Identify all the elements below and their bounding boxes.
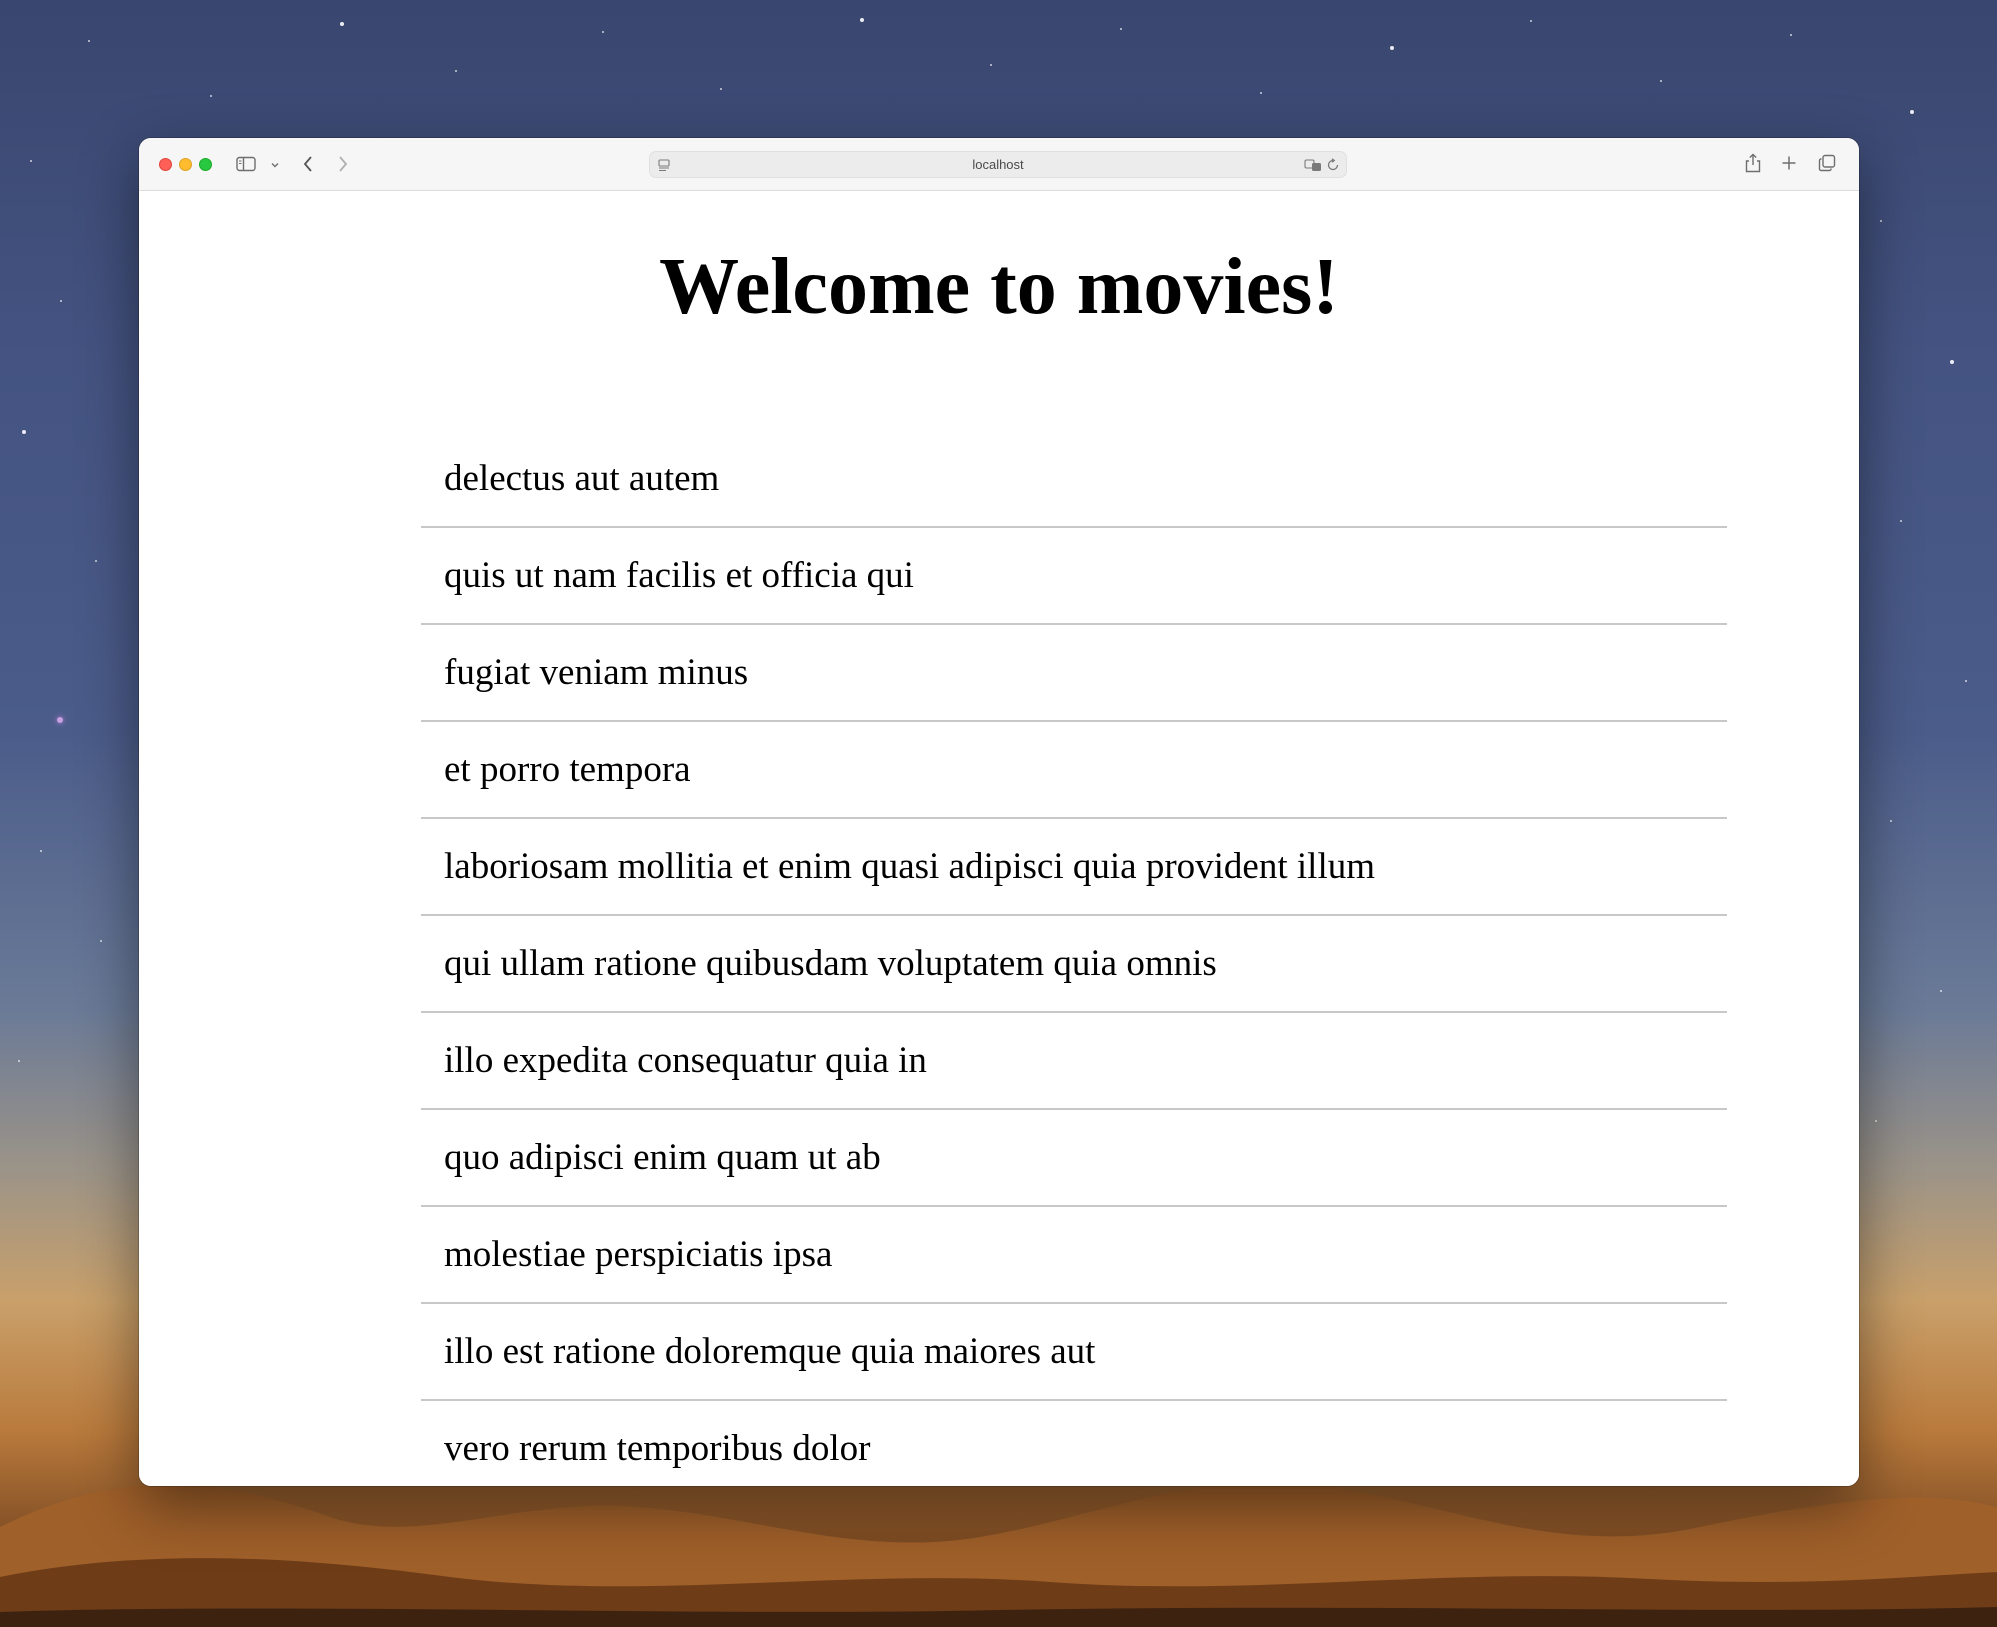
reload-icon[interactable] bbox=[1325, 157, 1341, 173]
browser-toolbar: localhost bbox=[139, 138, 1859, 191]
movie-list: delectus aut autem quis ut nam facilis e… bbox=[421, 431, 1727, 1486]
chevron-right-icon[interactable] bbox=[334, 154, 352, 174]
movie-list-item[interactable]: laboriosam mollitia et enim quasi adipis… bbox=[421, 819, 1727, 916]
share-icon[interactable] bbox=[1743, 151, 1763, 175]
movie-list-item[interactable]: fugiat veniam minus bbox=[421, 625, 1727, 722]
chevron-down-icon[interactable] bbox=[269, 160, 281, 170]
movie-list-item[interactable]: et porro tempora bbox=[421, 722, 1727, 819]
movie-list-item[interactable]: delectus aut autem bbox=[421, 431, 1727, 528]
movie-list-item[interactable]: illo expedita consequatur quia in bbox=[421, 1013, 1727, 1110]
url-text[interactable]: localhost bbox=[650, 152, 1346, 177]
movie-list-item[interactable]: illo est ratione doloremque quia maiores… bbox=[421, 1304, 1727, 1401]
movie-list-item[interactable]: quo adipisci enim quam ut ab bbox=[421, 1110, 1727, 1207]
address-bar[interactable]: localhost bbox=[649, 151, 1347, 178]
sidebar-icon[interactable] bbox=[235, 155, 257, 173]
close-button[interactable] bbox=[159, 158, 172, 171]
movie-list-item[interactable]: vero rerum temporibus dolor bbox=[421, 1401, 1727, 1486]
movie-list-item[interactable]: qui ullam ratione quibusdam voluptatem q… bbox=[421, 916, 1727, 1013]
tabs-icon[interactable] bbox=[1817, 153, 1837, 173]
translate-icon[interactable] bbox=[1304, 157, 1322, 173]
minimize-button[interactable] bbox=[179, 158, 192, 171]
browser-window: localhost Welcome to movies! delectus au… bbox=[139, 138, 1859, 1486]
plus-icon[interactable] bbox=[1780, 154, 1798, 172]
movie-list-item[interactable]: quis ut nam facilis et officia qui bbox=[421, 528, 1727, 625]
chevron-left-icon[interactable] bbox=[299, 154, 317, 174]
movie-list-item[interactable]: molestiae perspiciatis ipsa bbox=[421, 1207, 1727, 1304]
zoom-button[interactable] bbox=[199, 158, 212, 171]
page-title: Welcome to movies! bbox=[659, 243, 1339, 331]
page-content: Welcome to movies! delectus aut autem qu… bbox=[139, 191, 1859, 1486]
